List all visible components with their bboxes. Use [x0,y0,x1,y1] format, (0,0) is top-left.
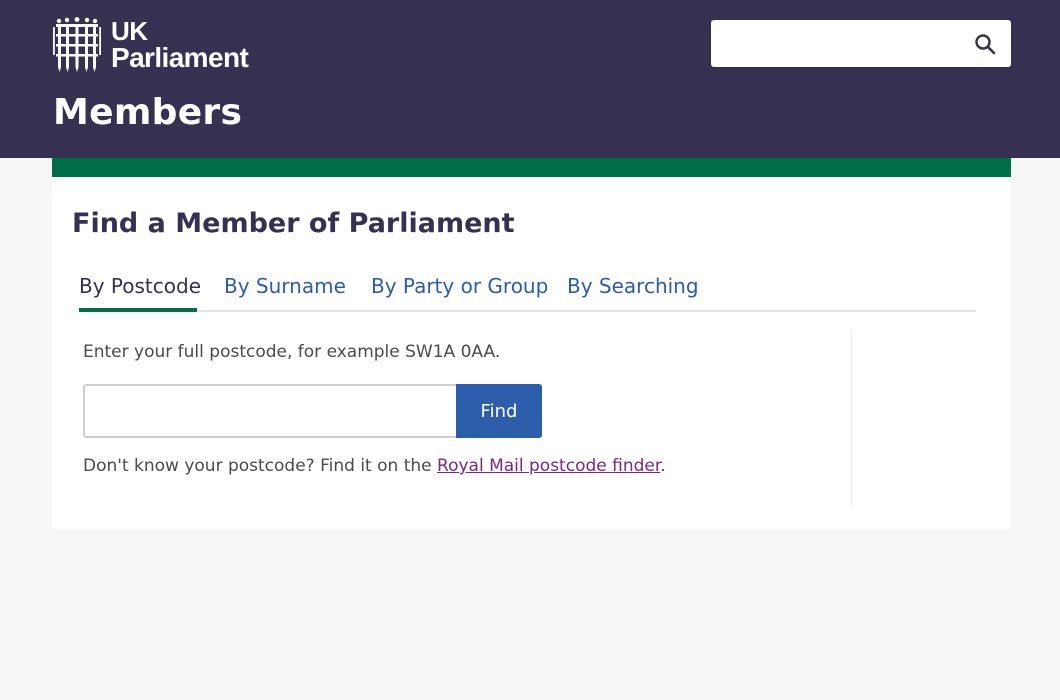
tab-by-searching[interactable]: By Searching [567,268,699,310]
tab-by-postcode[interactable]: By Postcode [79,268,201,312]
logo-line-parliament: Parliament [111,41,249,73]
search-icon [975,33,996,54]
postcode-help-prefix: Don't know your postcode? Find it on the [83,456,438,476]
tab-by-party-or-group[interactable]: By Party or Group [371,268,548,310]
section-title: Members [53,92,243,133]
portcullis-icon [53,17,101,72]
tab-by-surname[interactable]: By Surname [224,268,346,310]
logo-line-uk: UK [111,15,148,46]
site-header: UK Parliament Members [0,0,1060,158]
postcode-form: Enter your full postcode, for example SW… [82,330,852,505]
postcode-input[interactable] [83,384,457,438]
site-search-input[interactable] [711,20,959,67]
search-method-tabs: By Postcode By Surname By Party or Group… [79,268,976,312]
postcode-hint: Enter your full postcode, for example SW… [83,342,501,362]
site-search [711,20,1011,67]
page-title: Find a Member of Parliament [72,208,515,239]
site-search-button[interactable] [959,20,1011,67]
find-member-card: Find a Member of Parliament By Postcode … [52,158,1011,529]
card-accent-bar [52,158,1011,177]
find-button[interactable]: Find [456,384,542,438]
logo-wordmark: UK Parliament [111,15,249,73]
postcode-help-suffix: . [660,456,666,476]
uk-parliament-logo[interactable]: UK Parliament [53,15,249,73]
royal-mail-postcode-finder-link[interactable]: Royal Mail postcode finder [437,456,660,476]
postcode-help-text: Don't know your postcode? Find it on the… [83,456,666,476]
